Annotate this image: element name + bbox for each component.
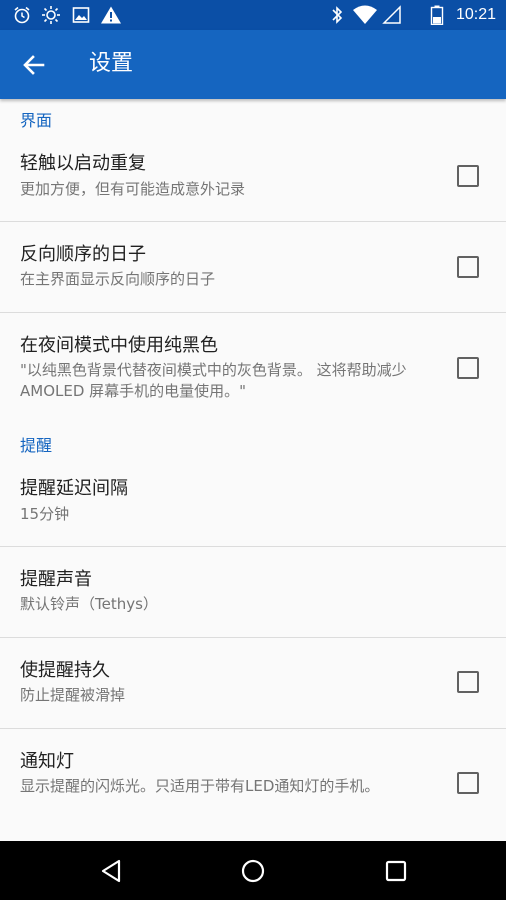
recents-square-icon	[385, 860, 407, 882]
app-bar: 设置	[0, 30, 506, 99]
pref-checkbox[interactable]	[457, 165, 479, 187]
pref-checkbox[interactable]	[457, 671, 479, 693]
nav-home-button[interactable]	[223, 841, 283, 900]
pref-title: 轻触以启动重复	[20, 153, 146, 174]
section-header-interface: 界面	[20, 111, 53, 130]
wifi-icon	[353, 5, 377, 24]
back-button[interactable]	[18, 50, 50, 80]
pref-summary: 15分钟	[20, 505, 70, 523]
pref-title: 在夜间模式中使用纯黑色	[20, 335, 218, 356]
alarm-icon	[14, 6, 30, 24]
bluetooth-icon	[332, 6, 343, 24]
pref-title: 通知灯	[20, 751, 74, 772]
brightness-icon	[42, 6, 60, 24]
status-clock: 10:21	[455, 6, 496, 23]
settings-list[interactable]: 界面 轻触以启动重复 更加方便，但有可能造成意外记录 反向顺序的日子 在主界面显…	[0, 99, 506, 841]
pref-summary: 防止提醒被滑掉	[20, 686, 126, 704]
pref-checkbox[interactable]	[457, 357, 479, 379]
pref-summary: 显示提醒的闪烁光。只适用于带有LED通知灯的手机。	[20, 777, 380, 795]
pref-reminder-sound[interactable]: 提醒声音 默认铃声（Tethys）	[0, 547, 506, 637]
pref-snooze-interval[interactable]: 提醒延迟间隔 15分钟	[0, 465, 506, 546]
navigation-bar	[0, 841, 506, 900]
pref-sticky-reminders[interactable]: 使提醒持久 防止提醒被滑掉	[0, 638, 506, 728]
pref-reverse-days[interactable]: 反向顺序的日子 在主界面显示反向顺序的日子	[0, 222, 506, 312]
status-bar: 10:21	[0, 0, 506, 30]
pref-checkbox[interactable]	[457, 256, 479, 278]
pref-tap-to-repeat[interactable]: 轻触以启动重复 更加方便，但有可能造成意外记录	[0, 141, 506, 221]
back-triangle-icon	[101, 859, 121, 883]
page-title: 设置	[89, 51, 134, 76]
pref-summary: "以纯黑色背景代替夜间模式中的灰色背景。 这将帮助减少 AMOLED 屏幕手机的…	[20, 361, 407, 400]
signal-icon	[382, 5, 401, 24]
warning-icon	[101, 6, 121, 24]
pref-title: 反向顺序的日子	[20, 244, 146, 265]
image-icon	[72, 7, 90, 23]
battery-icon	[430, 5, 444, 25]
nav-recents-button[interactable]	[366, 841, 426, 900]
pref-summary: 更加方便，但有可能造成意外记录	[20, 180, 246, 198]
section-header-reminders: 提醒	[20, 436, 53, 455]
pref-pure-black[interactable]: 在夜间模式中使用纯黑色 "以纯黑色背景代替夜间模式中的灰色背景。 这将帮助减少 …	[0, 313, 506, 413]
pref-checkbox[interactable]	[457, 772, 479, 794]
pref-title: 提醒延迟间隔	[20, 478, 128, 499]
pref-notification-led[interactable]: 通知灯 显示提醒的闪烁光。只适用于带有LED通知灯的手机。	[0, 729, 506, 841]
arrow-back-icon	[23, 55, 45, 75]
pref-title: 使提醒持久	[20, 660, 110, 681]
nav-back-button[interactable]	[81, 841, 141, 900]
pref-summary: 在主界面显示反向顺序的日子	[20, 270, 216, 288]
pref-summary: 默认铃声（Tethys）	[20, 595, 158, 613]
pref-title: 提醒声音	[20, 569, 92, 590]
home-circle-icon	[241, 859, 265, 883]
